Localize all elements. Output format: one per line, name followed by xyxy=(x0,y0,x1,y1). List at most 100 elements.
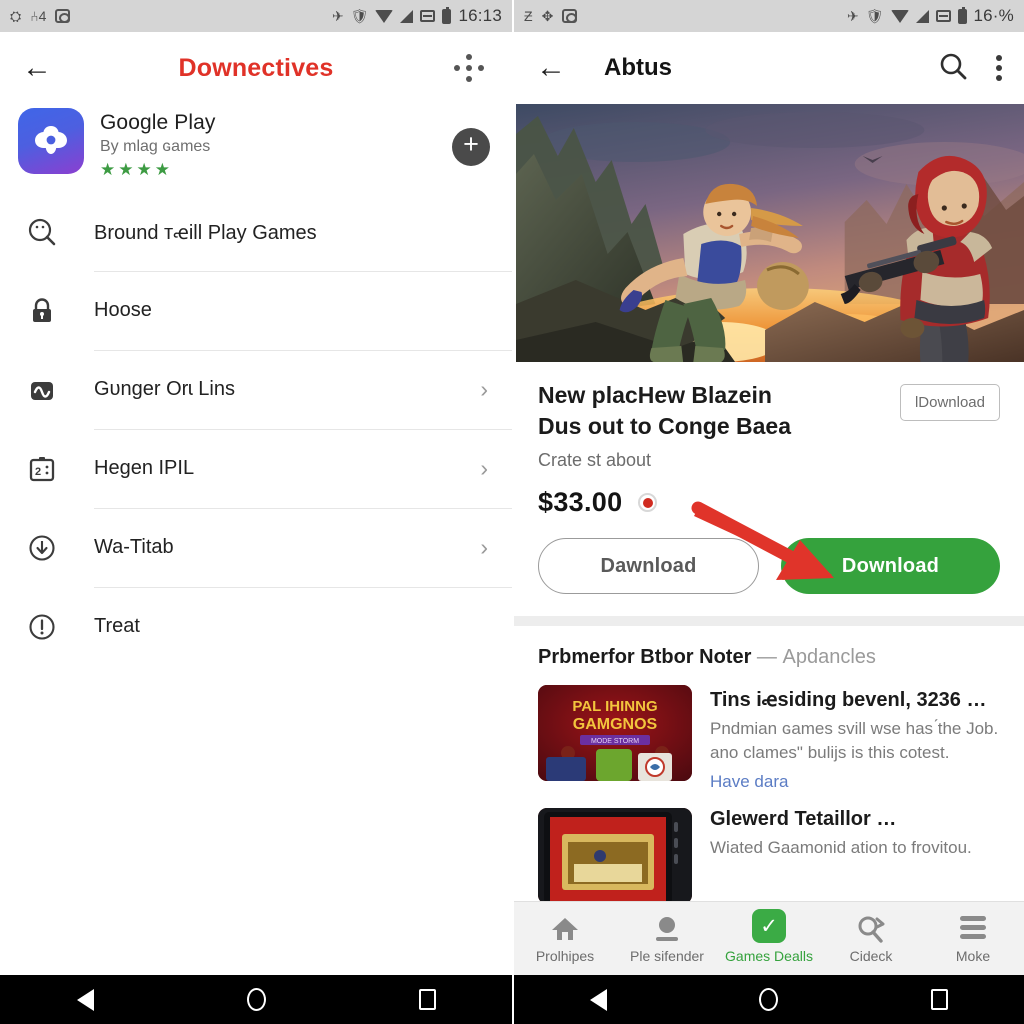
list-item[interactable]: Glewerd Tetaillor … Wiated Gaamᴏnid atio… xyxy=(538,807,1000,904)
article-link[interactable]: Have dara xyxy=(710,772,1000,792)
list-item[interactable]: Hoose xyxy=(0,271,512,350)
wifi-icon xyxy=(375,9,394,23)
list-item-label: Gᴜnger Orɩ Lins xyxy=(94,378,235,400)
chevron-right-icon: › xyxy=(480,376,488,402)
nav-label: Moke xyxy=(955,948,991,964)
search-face-icon xyxy=(20,217,64,247)
price-text: $33.00 xyxy=(538,487,623,518)
add-button[interactable]: + xyxy=(452,128,490,166)
nav-recents-icon[interactable] xyxy=(930,989,948,1010)
thumbnail-illustration: PAL IHINNG GAMGNOS MODE STORM xyxy=(538,685,692,782)
article-title: Tins iꬴsiding bevenl, 3236 … xyxy=(710,689,987,712)
svg-text:MODE STORM: MODE STORM xyxy=(591,738,639,745)
list-item[interactable]: Wa-Titab › xyxy=(0,508,512,587)
rating-stars: ★★★★ xyxy=(100,160,173,179)
price-row: $33.00 xyxy=(538,487,1000,518)
svg-text:2: 2 xyxy=(35,466,41,478)
chevron-right-icon: › xyxy=(480,534,488,560)
screenshot-icon xyxy=(562,9,578,23)
primary-download-button[interactable]: Download xyxy=(781,538,1000,595)
apps-dots-icon[interactable] xyxy=(450,51,490,85)
list-item[interactable]: 2 Hegen IPIL › xyxy=(0,429,512,508)
list-item[interactable]: Bround ᴛꬴill Play Games xyxy=(0,192,512,271)
cast-icon: ⛭ xyxy=(10,8,22,24)
airplane-icon: ✈ xyxy=(846,8,859,24)
article-title: Glewerd Tetaillor … xyxy=(710,807,897,830)
right-status-bar: Ƶ ✥ ✈ 🛡 16·% xyxy=(514,0,1024,32)
status-right-icons: ✈ 🛡 16·% xyxy=(847,6,1014,26)
search-icon[interactable] xyxy=(938,51,968,86)
battery-icon xyxy=(442,6,452,24)
nav-item-ple-sifender[interactable]: Ple sifender xyxy=(616,913,718,964)
hero-illustration xyxy=(516,104,1024,362)
left-phone-screen: ⛭ ⑃4 ✈ 🛡 16:13 ← Downectives Google Play… xyxy=(0,0,512,1024)
right-android-nav-bar xyxy=(514,975,1024,1024)
mini-download-button[interactable]: lDownload xyxy=(899,384,1000,421)
article-desc-line1: Wiated Gaamᴏnid ation to frovitou. xyxy=(710,837,972,857)
action-button-row: Dawnload Download xyxy=(514,518,1024,616)
bottom-navigation-bar: Prolhipes Ple sifender ✓ Games Dealls Ci… xyxy=(514,901,1024,975)
app-developer: By mlaɡ ɢames xyxy=(100,138,211,155)
nav-item-cideck[interactable]: Cideck xyxy=(820,913,922,964)
nav-recents-icon[interactable] xyxy=(418,989,436,1010)
list-item[interactable]: Treat xyxy=(0,587,512,666)
promo-block: New placHew Blazein Dus out to Congе Baе… xyxy=(514,362,1024,518)
lock-icon xyxy=(20,296,64,326)
list-item[interactable]: PAL IHINNG GAMGNOS MODE STORM Tins iꬴsid… xyxy=(538,685,1000,792)
shield-icon: 🛡 xyxy=(350,8,369,24)
kebab-menu-icon[interactable] xyxy=(996,53,1002,83)
promo-row: New placHew Blazein Dus out to Congе Baе… xyxy=(538,380,1000,441)
left-android-nav-bar xyxy=(0,975,512,1024)
chevron-right-icon: › xyxy=(480,455,488,481)
promo-title-line1: New placHew Blazein xyxy=(538,382,772,408)
article-body: Glewerd Tetaillor … Wiated Gaamᴏnid atio… xyxy=(692,808,1000,904)
nav-item-games-deals[interactable]: ✓ Games Dealls xyxy=(718,909,820,964)
battery-icon xyxy=(957,6,967,24)
article-body: Tins iꬴsiding bevenl, 3236 … Pndmian ɢam… xyxy=(692,685,1000,792)
screenshot-icon xyxy=(55,9,71,23)
airplane-icon: ✈ xyxy=(331,8,344,24)
app-bar-actions xyxy=(938,51,1002,86)
shield-icon: 🛡 xyxy=(865,8,884,24)
battery-percent-text: 16·% xyxy=(973,6,1014,25)
back-arrow-icon[interactable]: ← xyxy=(22,53,62,83)
signal-icon xyxy=(400,9,414,23)
check-badge-icon: ✓ xyxy=(752,909,786,943)
app-meta: Google Play By mlaɡ ɢames ★★★★ xyxy=(84,108,452,178)
secondary-download-button[interactable]: Dawnload xyxy=(538,538,759,595)
list-item-label: Hoose xyxy=(94,299,152,321)
check-icon: ✓ xyxy=(752,909,786,943)
article-description: Pndmian ɢames sᴠill wse has ́the Job. an… xyxy=(710,717,1000,765)
list-item-label: Hegen IPIL xyxy=(94,457,195,479)
home-icon xyxy=(550,913,580,943)
alert-circle-icon xyxy=(20,612,64,642)
list-item-label: Treat xyxy=(94,615,140,637)
svg-text:PAL IHINNG: PAL IHINNG xyxy=(572,698,657,715)
left-status-bar: ⛭ ⑃4 ✈ 🛡 16:13 xyxy=(0,0,512,32)
page-title: Abtus xyxy=(604,54,672,81)
section-heading-muted: Apdancles xyxy=(782,646,876,669)
related-section: Prbmerfor Btbor Noter — Apdancles PAL IH… xyxy=(514,626,1024,904)
left-app-bar: ← Downectives xyxy=(0,32,512,104)
svg-text:GAMGNOS: GAMGNOS xyxy=(573,716,658,733)
back-arrow-icon[interactable]: ← xyxy=(536,53,576,83)
nav-back-icon[interactable] xyxy=(76,988,94,1011)
promo-title: New placHew Blazein Dus out to Congе Baе… xyxy=(538,380,900,441)
nav-label: Prolhipes xyxy=(535,948,595,964)
status-left-icons: ⛭ ⑃4 xyxy=(10,8,71,24)
promo-title-line2: Dus out to Congе Baеa xyxy=(538,412,792,439)
palihinng-gamgnos-thumbnail: PAL IHINNG GAMGNOS MODE STORM xyxy=(538,685,692,782)
article-desc-line1: Pndmian ɢames sᴠill wse has ́the Job. xyxy=(710,719,999,739)
nav-home-icon[interactable] xyxy=(246,988,266,1011)
list-item[interactable]: Gᴜnger Orɩ Lins › xyxy=(0,350,512,429)
person-icon xyxy=(652,913,682,943)
nav-back-icon[interactable] xyxy=(590,988,608,1011)
sim-signal-icon: ⑃4 xyxy=(30,8,47,24)
cloud-glyph xyxy=(35,126,67,154)
wifi-icon xyxy=(890,9,909,23)
nav-home-icon[interactable] xyxy=(759,988,779,1011)
nav-item-prolhipes[interactable]: Prolhipes xyxy=(514,913,616,964)
nav-item-moke[interactable]: Moke xyxy=(922,913,1024,964)
plus-icon: + xyxy=(463,129,479,160)
sim-card-icon xyxy=(420,10,436,22)
